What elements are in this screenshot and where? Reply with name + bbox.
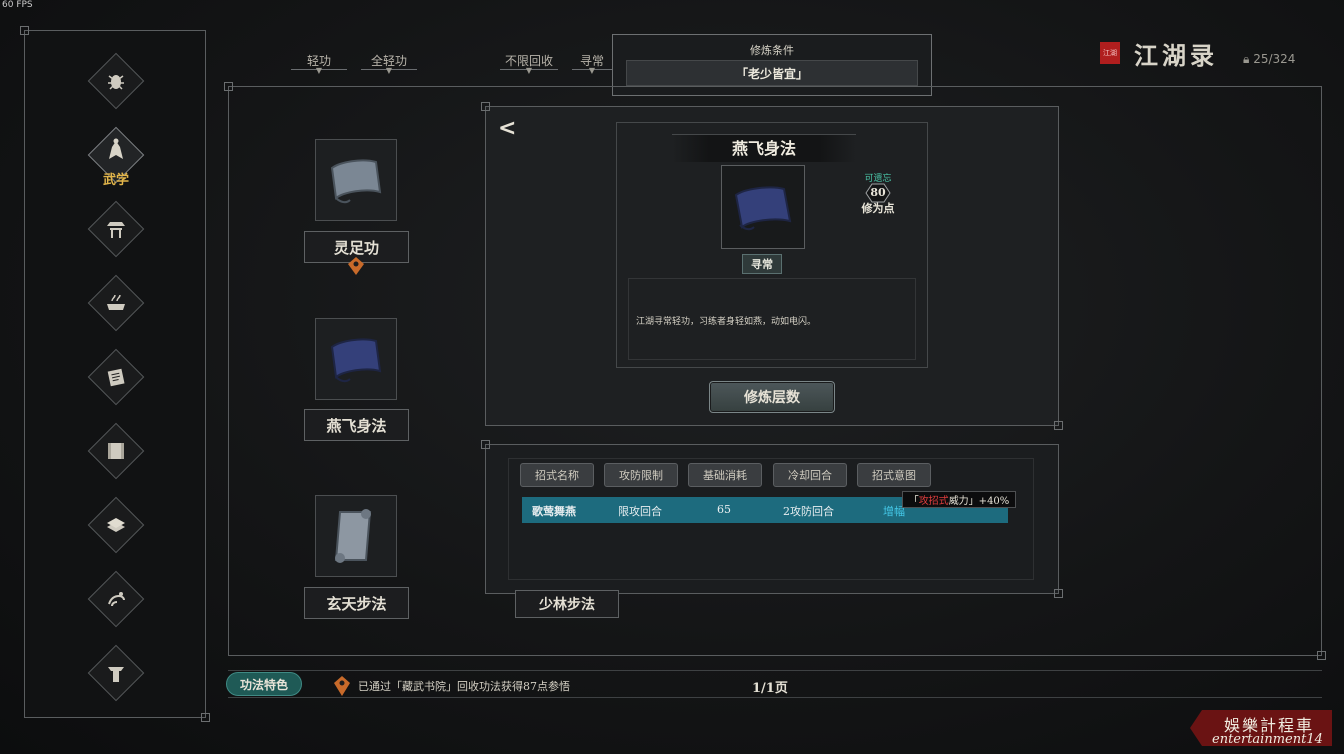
sidebar-item-robe[interactable] <box>87 644 145 702</box>
col-header-intent[interactable]: 招式意图 <box>857 463 931 487</box>
sidebar: 武学 <box>20 26 210 722</box>
page-title: 江湖录 <box>1134 41 1218 70</box>
skill-description: 江湖寻常轻功，习练者身轻如燕，动如电闪。 <box>636 317 817 327</box>
lock-icon: 🔒︎ <box>1243 52 1250 66</box>
seal-stamp: 江湖 <box>1100 42 1120 64</box>
sidebar-item-bug[interactable] <box>87 52 145 110</box>
train-levels-button[interactable]: 修炼层数 <box>709 381 835 413</box>
count-value: 25/324 <box>1253 52 1296 66</box>
scroll-icon <box>330 338 382 383</box>
move-name: 歌莺舞燕 <box>532 505 576 518</box>
watermark-logo: 娛樂計程車 entertainment14 <box>1190 708 1340 748</box>
col-header-name[interactable]: 招式名称 <box>520 463 594 487</box>
detail-skill-name: 燕飞身法 <box>672 134 856 162</box>
chevron-down-icon: ▼ <box>315 66 323 75</box>
sidebar-item-label: 武学 <box>102 173 129 188</box>
cooking-pot-icon <box>88 275 144 331</box>
pavilion-icon <box>88 201 144 257</box>
recycle-notice: 已通过「藏武书院」回收功法获得87点参悟 <box>358 680 570 693</box>
stacked-books-icon <box>88 497 144 553</box>
fps-counter: 60 FPS <box>2 0 33 10</box>
skill-name-3[interactable]: 玄天步法 <box>304 587 409 619</box>
move-cooldown: 2攻防回合 <box>783 505 834 518</box>
sidebar-item-pavilion[interactable] <box>87 200 145 258</box>
skill-card-icon[interactable] <box>315 139 397 221</box>
tooltip-highlight: 攻招式 <box>918 496 949 507</box>
col-header-limit[interactable]: 攻防限制 <box>604 463 678 487</box>
skill-card-icon[interactable] <box>315 318 397 400</box>
skill-name-4[interactable]: 少林步法 <box>515 590 619 618</box>
condition-title: 修炼条件 <box>750 44 794 57</box>
scroll-icon <box>334 509 372 563</box>
filter-qinggong[interactable]: 轻功 ▼ <box>291 52 347 75</box>
tooltip-suffix: 威力」+40% <box>948 496 1010 507</box>
sidebar-item-scroll[interactable] <box>87 348 145 406</box>
watermark-en: entertainment14 <box>1212 732 1323 747</box>
parchment-icon <box>88 423 144 479</box>
sidebar-item-parchment[interactable] <box>87 422 145 480</box>
skill-card-icon[interactable] <box>315 495 397 577</box>
scroll-icon <box>330 159 382 204</box>
scroll-book-icon <box>88 349 144 405</box>
page-indicator: 1/1页 <box>752 681 788 696</box>
chevron-down-icon: ▼ <box>588 66 596 75</box>
tooltip-prefix: 「 <box>908 496 919 507</box>
selected-marker-icon <box>348 257 364 275</box>
robe-icon <box>88 645 144 701</box>
filter-all-qinggong[interactable]: 全轻功 ▼ <box>361 52 417 75</box>
skill-name-2[interactable]: 燕飞身法 <box>304 409 409 441</box>
back-arrow-icon[interactable]: < <box>498 116 516 141</box>
horse-icon <box>88 571 144 627</box>
sidebar-item-books[interactable] <box>87 496 145 554</box>
move-cost: 65 <box>717 503 731 516</box>
sidebar-item-horse[interactable] <box>87 570 145 628</box>
skill-features-button[interactable]: 功法特色 <box>226 672 302 696</box>
forget-points-value: 80 <box>870 186 886 199</box>
collection-count: 🔒︎ 25/324 <box>1243 52 1295 67</box>
quality-badge: 寻常 <box>742 254 782 274</box>
filter-quality[interactable]: 寻常 ▼ <box>572 52 612 75</box>
col-header-cost[interactable]: 基础消耗 <box>688 463 762 487</box>
sidebar-item-martial[interactable]: 武学 <box>87 126 145 188</box>
bug-icon <box>88 53 144 109</box>
filter-recycle[interactable]: 不限回收 ▼ <box>500 52 558 75</box>
forget-points-unit: 修为点 <box>861 202 895 215</box>
sidebar-item-cooking[interactable] <box>87 274 145 332</box>
intent-tooltip: 「攻招式 威力」+40% <box>902 491 1016 508</box>
chevron-down-icon: ▼ <box>525 66 533 75</box>
detail-skill-icon <box>721 165 805 249</box>
move-limit: 限攻回合 <box>618 505 662 518</box>
marker-pin-icon <box>334 676 350 696</box>
chevron-down-icon: ▼ <box>385 66 393 75</box>
col-header-cooldown[interactable]: 冷却回合 <box>773 463 847 487</box>
condition-value[interactable]: 「老少皆宜」 <box>626 60 918 86</box>
scroll-icon <box>734 186 792 231</box>
